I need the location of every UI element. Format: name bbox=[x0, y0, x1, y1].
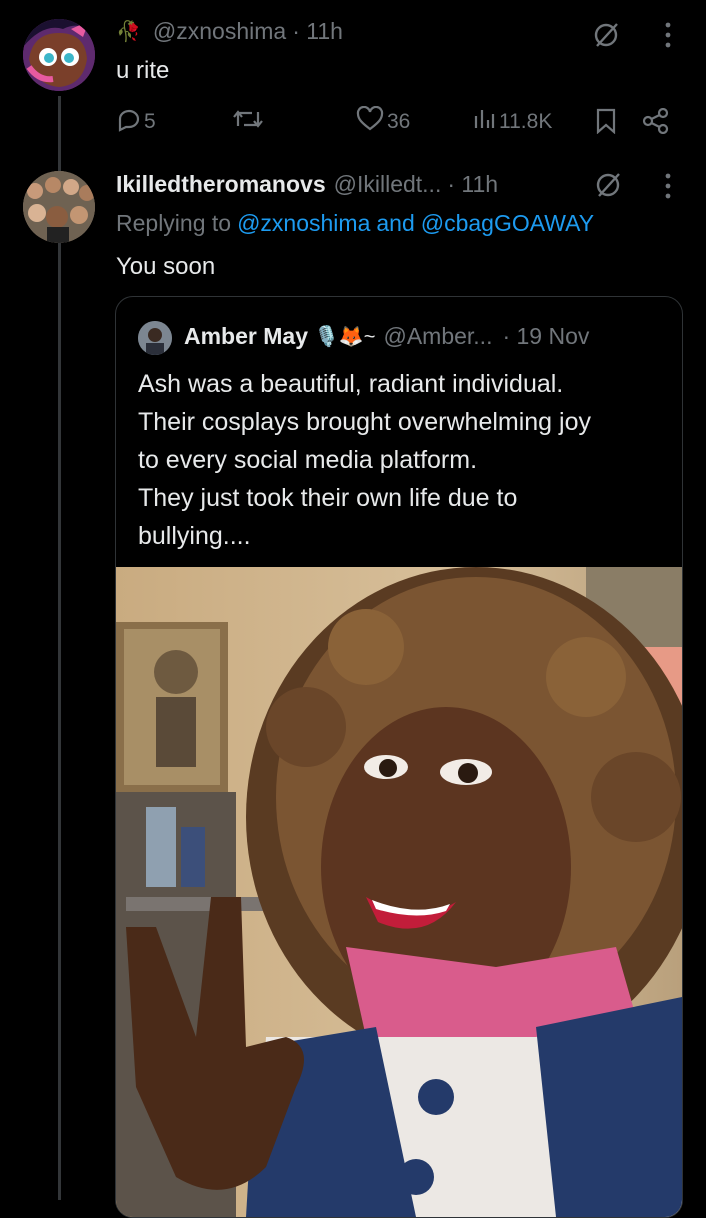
mention-link[interactable]: @cbagGOAWAY bbox=[421, 210, 594, 237]
avatar[interactable] bbox=[23, 171, 95, 243]
like-count: 36 bbox=[387, 110, 411, 133]
thread-line bbox=[58, 96, 61, 1200]
quote-line: Their cosplays brought overwhelming joy bbox=[138, 408, 591, 436]
mention-link[interactable]: @zxnoshima bbox=[237, 210, 370, 237]
display-name: Amber May bbox=[184, 323, 308, 349]
reply-icon bbox=[116, 106, 142, 138]
timestamp[interactable]: · 11h bbox=[447, 171, 498, 198]
quote-line: bullying.... bbox=[138, 522, 251, 550]
views-button[interactable]: 11.8K bbox=[472, 106, 552, 138]
quote-line: They just took their own life due to bbox=[138, 484, 518, 512]
avatar[interactable] bbox=[23, 19, 95, 91]
retweet-icon bbox=[232, 106, 264, 138]
replying-and[interactable]: and bbox=[376, 210, 414, 237]
tweet2-header: Ikilledtheromanovs @Ikilledt... · 11h bbox=[116, 171, 498, 198]
quote-photo[interactable] bbox=[116, 567, 682, 1217]
quote-line: Ash was a beautiful, radiant individual. bbox=[138, 370, 564, 398]
tweet1-text: u rite bbox=[116, 57, 170, 84]
handle[interactable]: @zxnoshima bbox=[153, 18, 286, 45]
replying-prefix: Replying to bbox=[116, 210, 232, 236]
like-button[interactable]: 36 bbox=[356, 105, 411, 138]
rose-emoji: 🥀 bbox=[116, 21, 141, 43]
more-icon[interactable] bbox=[664, 173, 672, 204]
handle: @Amber... bbox=[383, 323, 493, 349]
display-name[interactable]: Ikilledtheromanovs bbox=[116, 171, 326, 198]
quote-line: to every social media platform. bbox=[138, 446, 478, 474]
reply-button[interactable]: 5 bbox=[116, 106, 156, 138]
tweet1-header: 🥀 @zxnoshima · 11h bbox=[116, 18, 343, 45]
bookmark-icon[interactable] bbox=[595, 108, 617, 139]
grok-icon[interactable] bbox=[594, 170, 624, 205]
quote-tweet[interactable]: Amber May 🎙️🦊~ @Amber... · 19 Nov Ash wa… bbox=[115, 296, 683, 1218]
quote-header: Amber May 🎙️🦊~ @Amber... · 19 Nov bbox=[184, 323, 589, 350]
views-count: 11.8K bbox=[499, 110, 553, 133]
timestamp: · 19 Nov bbox=[502, 323, 590, 349]
views-icon bbox=[472, 106, 496, 138]
quote-text: Ash was a beautiful, radiant individual.… bbox=[138, 365, 668, 555]
grok-icon[interactable] bbox=[592, 20, 622, 55]
like-icon bbox=[356, 105, 384, 138]
tweet2-text: You soon bbox=[116, 253, 216, 280]
handle[interactable]: @Ikilledt... bbox=[334, 171, 442, 198]
share-icon[interactable] bbox=[642, 107, 670, 139]
timestamp[interactable]: · 11h bbox=[292, 18, 343, 45]
reply-count: 5 bbox=[144, 110, 156, 133]
more-icon[interactable] bbox=[664, 22, 672, 53]
retweet-button[interactable] bbox=[232, 106, 264, 138]
name-emojis: 🎙️🦊~ bbox=[313, 326, 376, 348]
avatar bbox=[138, 321, 172, 355]
replying-to: Replying to @zxnoshima and @cbagGOAWAY bbox=[116, 210, 594, 237]
